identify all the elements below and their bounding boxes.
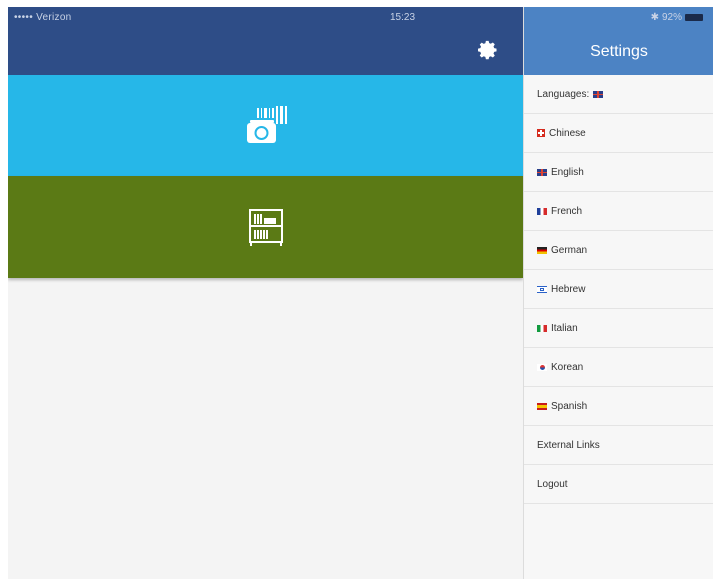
battery-indicator: ✱ 92% [651, 12, 703, 23]
israeli-flag-icon [537, 285, 547, 293]
bookshelf-icon [248, 209, 283, 246]
language-label: Hebrew [551, 283, 586, 295]
logout-item[interactable]: Logout [524, 465, 713, 504]
italian-flag-icon [537, 324, 547, 332]
external-links-item[interactable]: External Links [524, 426, 713, 465]
language-label: Korean [551, 361, 584, 373]
german-flag-icon [537, 246, 547, 254]
battery-icon [685, 14, 703, 21]
settings-panel: Settings Languages: Chinese English Fren… [523, 7, 713, 579]
language-label: Chinese [549, 127, 586, 139]
language-item-german[interactable]: German [524, 231, 713, 270]
app-frame: Settings Languages: Chinese English Fren… [8, 7, 713, 579]
camera-scan-tile[interactable] [8, 75, 523, 176]
language-label: Italian [551, 322, 578, 334]
languages-header: Languages: [524, 75, 713, 114]
language-item-chinese[interactable]: Chinese [524, 114, 713, 153]
settings-title: Settings [590, 43, 648, 60]
camera-barcode-icon [246, 105, 287, 143]
language-label: French [551, 205, 583, 217]
korean-flag-icon [537, 363, 547, 371]
logout-label: Logout [537, 478, 568, 490]
language-item-italian[interactable]: Italian [524, 309, 713, 348]
spanish-flag-icon [537, 402, 547, 410]
swiss-flag-icon [537, 129, 545, 137]
library-tile[interactable] [8, 176, 523, 278]
language-item-french[interactable]: French [524, 192, 713, 231]
carrier-label: ••••• Verizon [14, 12, 72, 23]
battery-percent: 92% [661, 12, 682, 23]
clock-time: 15:23 [390, 12, 416, 23]
french-flag-icon [537, 207, 547, 215]
language-label: German [551, 244, 588, 256]
status-bar: ••••• Verizon 15:23 ✱ 92% [8, 7, 713, 27]
main-app-area [8, 7, 523, 579]
uk-flag-icon [537, 168, 547, 176]
language-label: Spanish [551, 400, 588, 412]
external-links-label: External Links [537, 439, 600, 451]
gear-icon[interactable] [477, 39, 499, 61]
language-item-spanish[interactable]: Spanish [524, 387, 713, 426]
languages-label: Languages: [537, 88, 590, 100]
language-item-korean[interactable]: Korean [524, 348, 713, 387]
language-label: English [551, 166, 584, 178]
bluetooth-icon: ✱ [650, 12, 659, 23]
uk-flag-icon [593, 90, 604, 98]
language-item-hebrew[interactable]: Hebrew [524, 270, 713, 309]
language-item-english[interactable]: English [524, 153, 713, 192]
settings-menu: Languages: Chinese English French German… [524, 75, 713, 504]
